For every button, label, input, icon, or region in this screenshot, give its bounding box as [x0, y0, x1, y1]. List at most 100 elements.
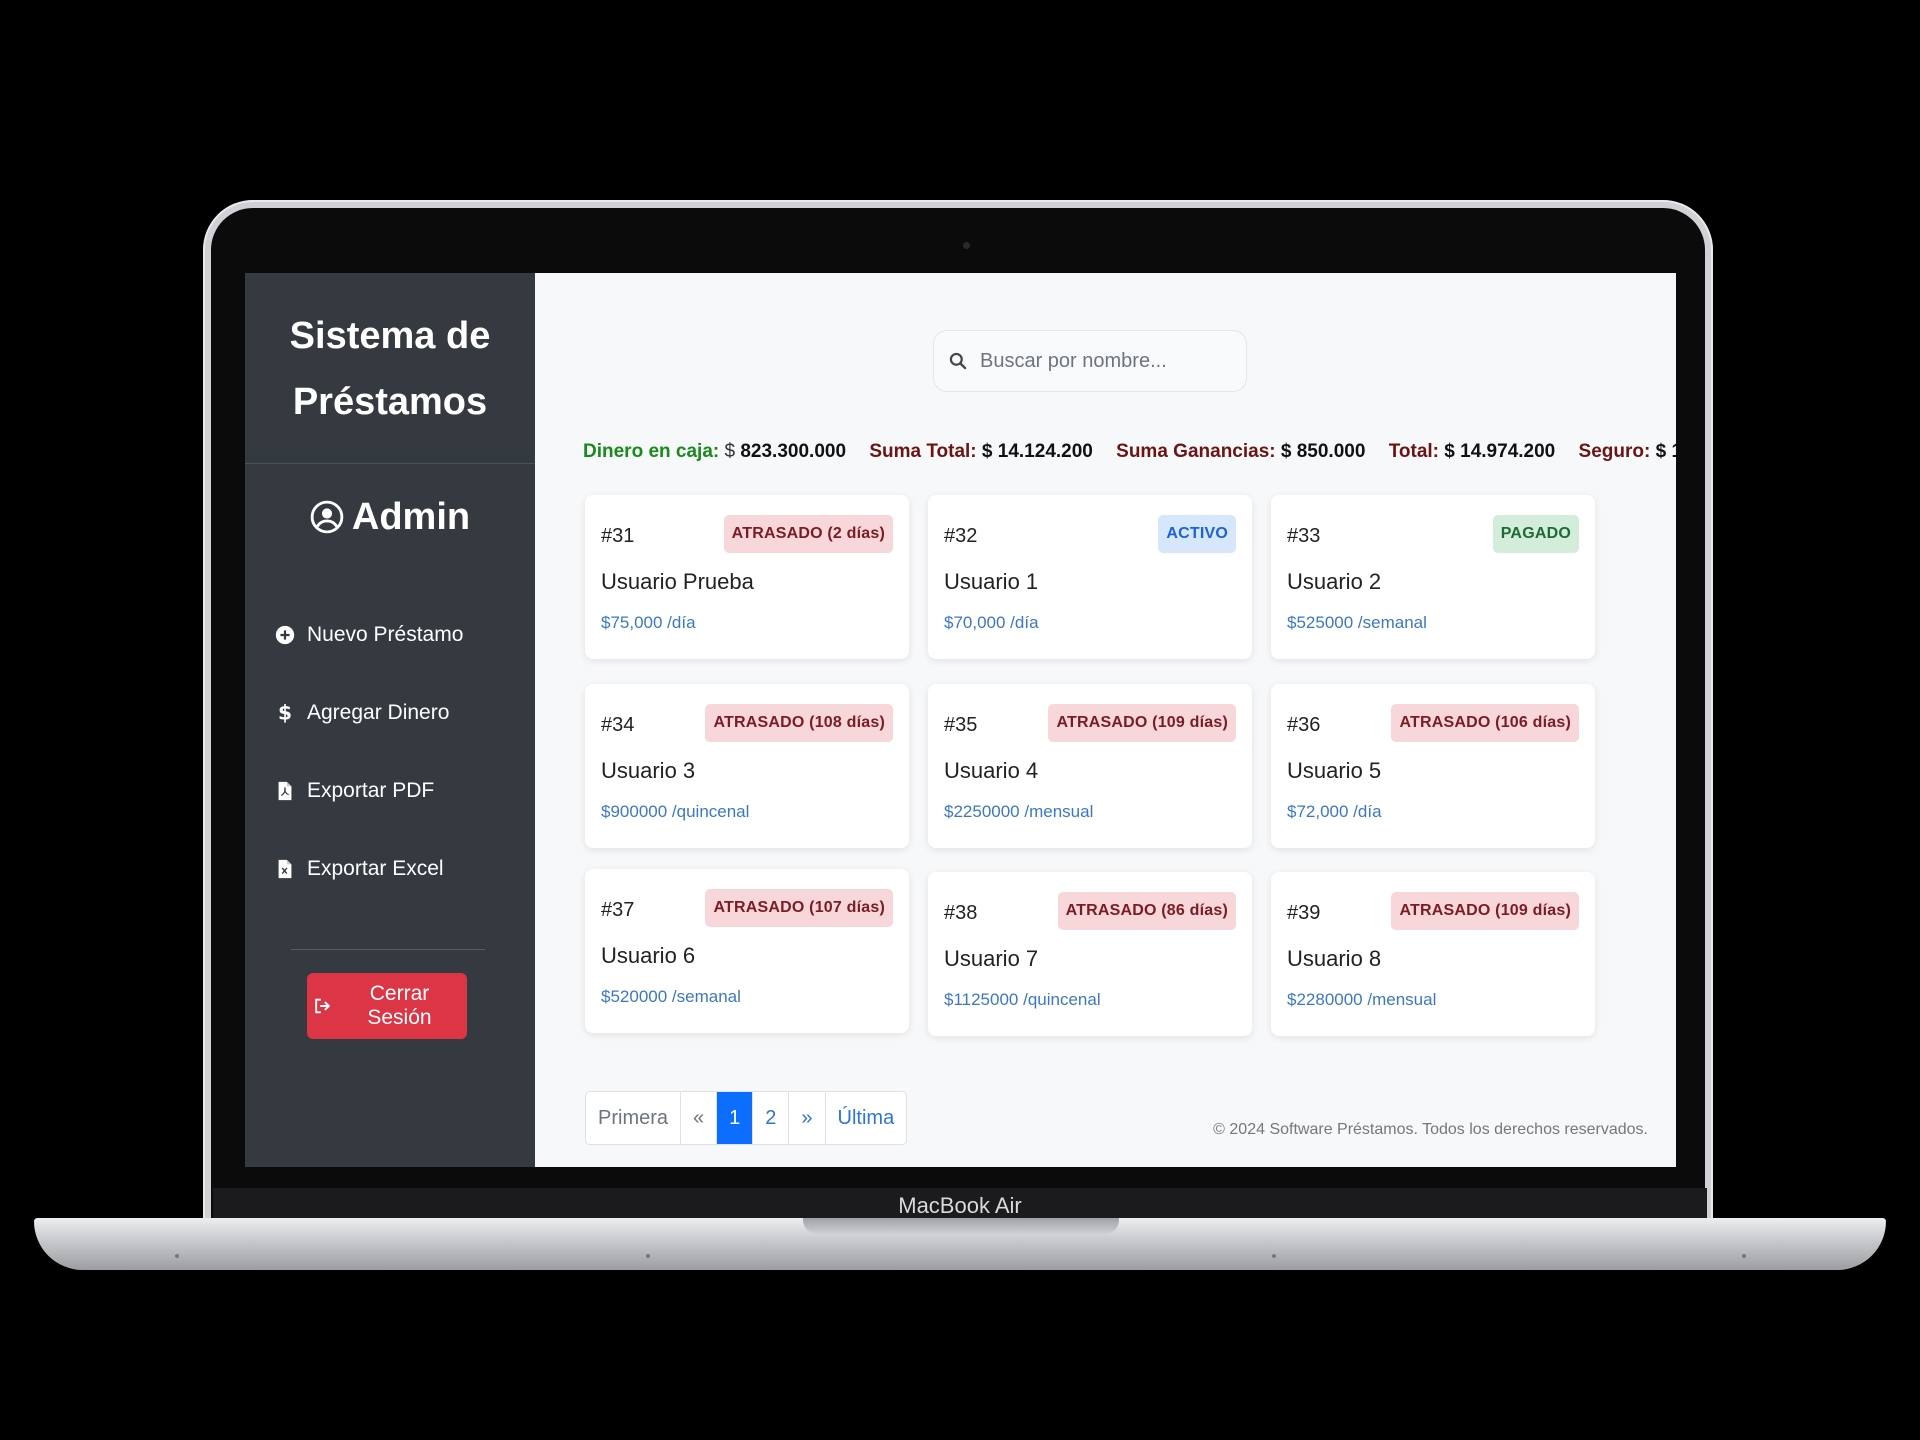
page-2[interactable]: 2: [753, 1092, 790, 1144]
loan-client-name: Usuario 5: [1287, 758, 1382, 783]
footer-copyright: © 2024 Software Préstamos. Todos los der…: [1213, 1121, 1648, 1138]
sidebar-item-label: Agregar Dinero: [307, 701, 450, 724]
status-badge: ATRASADO (106 días): [1391, 704, 1579, 742]
stat-value: $ 14.974.200: [1444, 441, 1556, 462]
status-badge: ATRASADO (109 días): [1391, 892, 1579, 930]
loan-amount: $520000 /semanal: [601, 987, 741, 1006]
loan-id: #36: [1287, 714, 1321, 736]
stat-label: Suma Total:: [869, 441, 977, 462]
summary-stats: Dinero en caja: $ 823.300.000 Suma Total…: [583, 441, 1676, 463]
loan-card[interactable]: #32 ACTIVO Usuario 1 $70,000 /día: [928, 495, 1252, 659]
loan-id: #37: [601, 899, 635, 921]
sidebar-divider: [291, 949, 485, 950]
foot-dot: [1272, 1254, 1276, 1258]
status-badge: ATRASADO (109 días): [1048, 704, 1236, 742]
plus-circle-icon: [273, 623, 297, 647]
sidebar-item-exportar-excel[interactable]: Exportar Excel: [273, 830, 535, 908]
file-pdf-icon: [273, 779, 297, 803]
main-content: Dinero en caja: $ 823.300.000 Suma Total…: [535, 273, 1676, 1167]
stat-suma-ganancias: Suma Ganancias: $ 850.000: [1116, 441, 1371, 462]
device-label: MacBook Air: [898, 1193, 1022, 1218]
loan-card[interactable]: #37 ATRASADO (107 días) Usuario 6 $52000…: [585, 869, 909, 1033]
loan-card[interactable]: #39 ATRASADO (109 días) Usuario 8 $22800…: [1271, 872, 1595, 1036]
stat-total: Total: $ 14.974.200: [1389, 441, 1561, 462]
loan-card[interactable]: #35 ATRASADO (109 días) Usuario 4 $22500…: [928, 684, 1252, 848]
loan-client-name: Usuario Prueba: [601, 569, 754, 594]
stat-value: $ 14.124.200: [981, 441, 1093, 462]
loan-id: #38: [944, 902, 978, 924]
loan-client-name: Usuario 4: [944, 758, 1039, 783]
loan-card[interactable]: #34 ATRASADO (108 días) Usuario 3 $90000…: [585, 684, 909, 848]
loan-id: #31: [601, 525, 635, 547]
loan-client-name: Usuario 6: [601, 943, 696, 968]
sidebar-menu: Nuevo Préstamo $ Agregar Dinero Exportar…: [245, 596, 535, 908]
laptop-notch: [803, 1218, 1119, 1234]
sidebar-item-label: Exportar Excel: [307, 857, 444, 880]
loan-id: #35: [944, 714, 978, 736]
sidebar-item-exportar-pdf[interactable]: Exportar PDF: [273, 752, 535, 830]
pagination: Primera « 1 2 » Última: [585, 1091, 908, 1145]
stat-label: Total:: [1388, 441, 1440, 462]
page-next[interactable]: »: [789, 1092, 826, 1144]
camera-icon: [963, 242, 970, 249]
app-screen: Sistema de Préstamos Admin Nuevo Préstam…: [245, 273, 1676, 1167]
stat-seguro: Seguro: $ 160.000: [1579, 441, 1676, 462]
status-badge: ATRASADO (86 días): [1057, 892, 1236, 930]
loan-amount: $70,000 /día: [944, 613, 1039, 632]
sidebar-item-nuevo-prestamo[interactable]: Nuevo Préstamo: [273, 596, 535, 674]
laptop-mockup: Sistema de Préstamos Admin Nuevo Préstam…: [0, 0, 1920, 1440]
svg-text:$: $: [278, 702, 292, 724]
logout-button[interactable]: Cerrar Sesión: [307, 973, 467, 1039]
logout-label: Cerrar Sesión: [367, 982, 432, 1029]
stat-label: Suma Ganancias:: [1116, 441, 1276, 462]
stat-currency: $: [724, 441, 736, 462]
loan-client-name: Usuario 1: [944, 569, 1039, 594]
loan-client-name: Usuario 8: [1287, 946, 1382, 971]
sidebar-item-label: Nuevo Préstamo: [307, 623, 464, 646]
search-icon: [949, 352, 967, 370]
loan-amount: $75,000 /día: [601, 613, 696, 632]
loan-amount: $72,000 /día: [1287, 802, 1382, 821]
loan-card[interactable]: #33 PAGADO Usuario 2 $525000 /semanal: [1271, 495, 1595, 659]
loan-amount: $525000 /semanal: [1287, 613, 1427, 632]
app-brand: Sistema de Préstamos: [245, 273, 535, 464]
stat-label: Seguro:: [1578, 441, 1651, 462]
status-badge: ATRASADO (107 días): [705, 889, 893, 927]
page-1[interactable]: 1: [717, 1092, 754, 1144]
loan-id: #32: [944, 525, 978, 547]
loan-card[interactable]: #36 ATRASADO (106 días) Usuario 5 $72,00…: [1271, 684, 1595, 848]
stat-value: 823.300.000: [740, 441, 847, 462]
loan-amount: $2250000 /mensual: [944, 802, 1094, 821]
search-input[interactable]: [978, 348, 1222, 374]
brand-line-2: Préstamos: [292, 381, 488, 423]
loan-client-name: Usuario 7: [944, 946, 1039, 971]
status-badge: ACTIVO: [1158, 515, 1236, 553]
loan-card[interactable]: #31 ATRASADO (2 días) Usuario Prueba $75…: [585, 495, 909, 659]
status-badge: ATRASADO (108 días): [705, 704, 893, 742]
loan-id: #33: [1287, 525, 1321, 547]
stat-label: Dinero en caja:: [583, 441, 720, 462]
foot-dot: [646, 1254, 650, 1258]
loan-id: #39: [1287, 902, 1321, 924]
foot-dot: [1742, 1254, 1746, 1258]
stat-dinero-caja: Dinero en caja: $ 823.300.000: [583, 441, 851, 462]
sidebar-item-label: Exportar PDF: [307, 779, 435, 802]
status-badge: ATRASADO (2 días): [723, 515, 893, 553]
loan-amount: $1125000 /quincenal: [944, 990, 1101, 1009]
stat-suma-total: Suma Total: $ 14.124.200: [869, 441, 1098, 462]
loan-amount: $2280000 /mensual: [1287, 990, 1437, 1009]
page-last[interactable]: Última: [826, 1092, 907, 1144]
loan-id: #34: [601, 714, 635, 736]
loan-card[interactable]: #38 ATRASADO (86 días) Usuario 7 $112500…: [928, 872, 1252, 1036]
sign-out-icon: [315, 998, 331, 1014]
page-prev[interactable]: «: [681, 1092, 718, 1144]
dollar-icon: $: [273, 701, 297, 725]
user-circle-icon: [310, 500, 344, 534]
status-badge: PAGADO: [1492, 515, 1579, 553]
search-box: [933, 330, 1247, 392]
sidebar-item-agregar-dinero[interactable]: $ Agregar Dinero: [273, 674, 535, 752]
sidebar: Sistema de Préstamos Admin Nuevo Préstam…: [245, 273, 535, 1167]
page-first[interactable]: Primera: [586, 1092, 682, 1144]
brand-line-1: Sistema de: [289, 315, 491, 357]
stat-value: $ 850.000: [1280, 441, 1366, 462]
